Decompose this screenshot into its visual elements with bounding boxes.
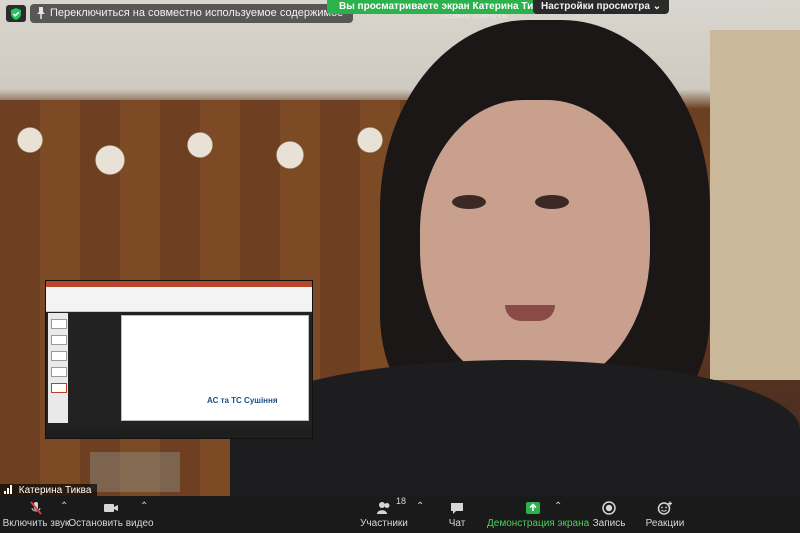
- switch-label: Переключиться на совместно используемое …: [50, 7, 344, 19]
- meeting-toolbar: Включить звук ⌃ Остановить видео ⌃ 18 Уч…: [0, 496, 800, 533]
- participants-icon: [377, 502, 390, 514]
- record-icon: [602, 501, 616, 515]
- shield-icon: [11, 8, 21, 20]
- ppt-ribbon: [46, 287, 312, 312]
- ppt-slide: АС та ТС Сушіння: [121, 315, 309, 421]
- ppt-taskbar: [46, 429, 312, 438]
- smiley-plus-icon: [657, 501, 672, 515]
- participant-face: [420, 100, 650, 390]
- shared-screen-thumbnail[interactable]: АС та ТС Сушіння: [45, 280, 313, 439]
- pin-icon: [37, 7, 45, 19]
- participant-hoodie: [230, 360, 800, 496]
- reactions-label: Реакции: [645, 518, 685, 529]
- participants-count: 18: [396, 496, 407, 506]
- microphone-muted-icon: [30, 501, 42, 515]
- slide-thumb: [51, 335, 67, 345]
- background-box: [90, 452, 180, 492]
- background-wall: [710, 30, 800, 380]
- signal-strength-icon: [4, 485, 13, 494]
- participant-name: Катерина Тиква: [18, 485, 92, 496]
- participant-eye-left: [452, 195, 486, 209]
- view-options-label: Настройки просмотра: [541, 1, 650, 12]
- slide-thumb: [51, 351, 67, 361]
- share-options-caret[interactable]: ⌃: [554, 501, 562, 512]
- slide-thumb-active: [51, 383, 67, 393]
- stop-video-label: Остановить видео: [68, 518, 154, 529]
- switch-to-shared-content[interactable]: Переключиться на совместно используемое …: [30, 4, 354, 23]
- slide-title: АС та ТС Сушіння: [207, 396, 278, 405]
- participant-eye-right: [535, 195, 569, 209]
- ppt-slide-panel: [48, 313, 68, 423]
- video-options-caret[interactable]: ⌃: [140, 501, 148, 512]
- viewing-screen-banner: Вы просматриваете экран Катерина Тиква: [327, 0, 562, 14]
- chat-icon: [451, 503, 463, 514]
- slide-thumb: [51, 319, 67, 329]
- video-camera-icon: [104, 504, 118, 512]
- slide-thumb: [51, 367, 67, 377]
- chevron-down-icon: ⌄: [652, 1, 662, 12]
- reactions-button[interactable]: Реакции: [619, 496, 711, 533]
- view-options-button[interactable]: Настройки просмотра ⌄: [533, 0, 670, 14]
- share-screen-icon: [526, 502, 540, 514]
